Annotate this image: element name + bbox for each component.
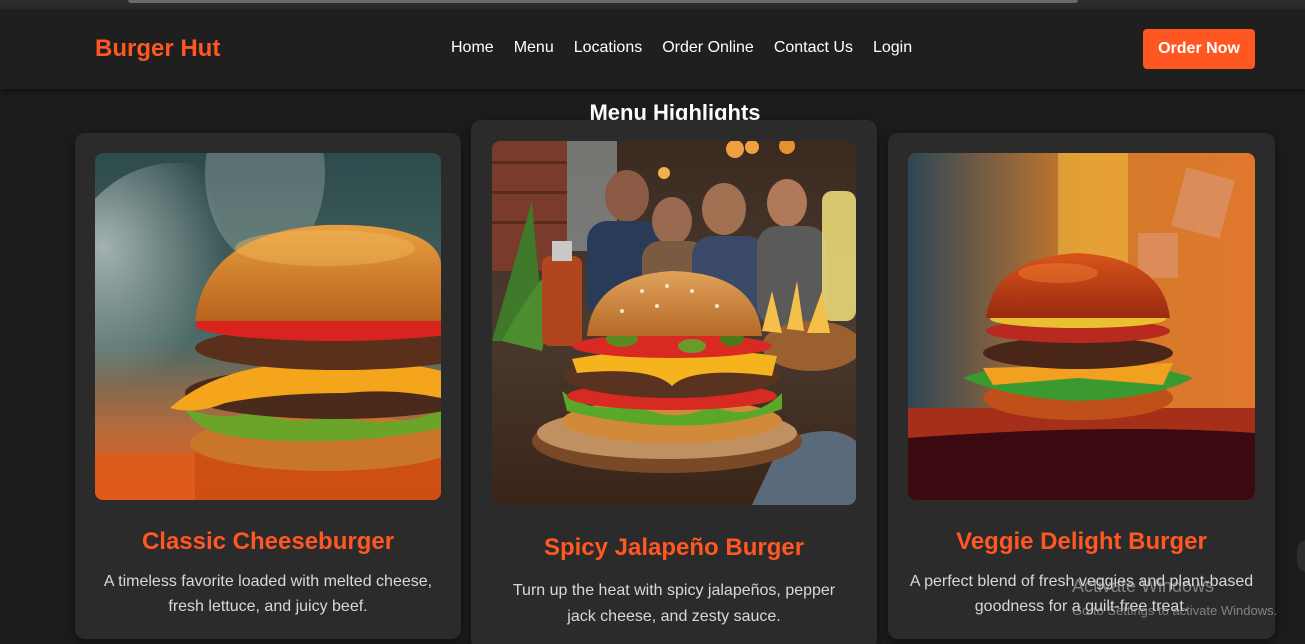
card-description-line-1: Turn up the heat with spicy jalapeños, p… [512,582,836,599]
card-description-line-2: jack cheese, and zesty sauce. [567,608,781,625]
menu-card-veggie-delight-burger[interactable]: Veggie Delight Burger A perfect blend of… [888,133,1275,639]
site-header: Burger Hut Home Menu Locations Order Onl… [0,9,1305,89]
nav-link-menu[interactable]: Menu [514,39,554,57]
main-nav: Home Menu Locations Order Online Contact… [451,39,932,57]
watermark-subtitle: Go to Settings to activate Windows. [1072,603,1278,618]
nav-link-login[interactable]: Login [873,39,912,57]
classic-cheeseburger-image [95,153,441,500]
menu-card-classic-cheeseburger[interactable]: Classic Cheeseburger A timeless favorite… [75,133,461,639]
nav-link-contact-us[interactable]: Contact Us [774,39,853,57]
brand-logo[interactable]: Burger Hut [95,35,220,63]
activate-windows-watermark: Activate Windows Go to Settings to activ… [1072,576,1277,618]
spicy-jalapeno-burger-image [492,141,856,505]
nav-link-locations[interactable]: Locations [574,39,643,57]
watermark-title: Activate Windows [1072,576,1215,596]
nav-link-home[interactable]: Home [451,39,494,57]
order-now-button[interactable]: Order Now [1143,29,1255,69]
veggie-delight-burger-image [908,153,1255,500]
menu-card-spicy-jalapeno-burger[interactable]: Spicy Jalapeño Burger Turn up the heat w… [471,120,877,644]
card-description-line-2: fresh lettuce, and juicy beef. [168,598,368,615]
browser-top-strip [0,0,1305,9]
horizontal-scrollbar-thumb[interactable] [128,0,1078,3]
card-description-line-1: A timeless favorite loaded with melted c… [103,573,433,590]
card-title: Classic Cheeseburger [141,528,395,555]
nav-link-order-online[interactable]: Order Online [662,39,754,57]
card-title: Veggie Delight Burger [956,528,1207,555]
card-title: Spicy Jalapeño Burger [543,534,805,561]
side-scroll-button[interactable] [1297,540,1305,572]
